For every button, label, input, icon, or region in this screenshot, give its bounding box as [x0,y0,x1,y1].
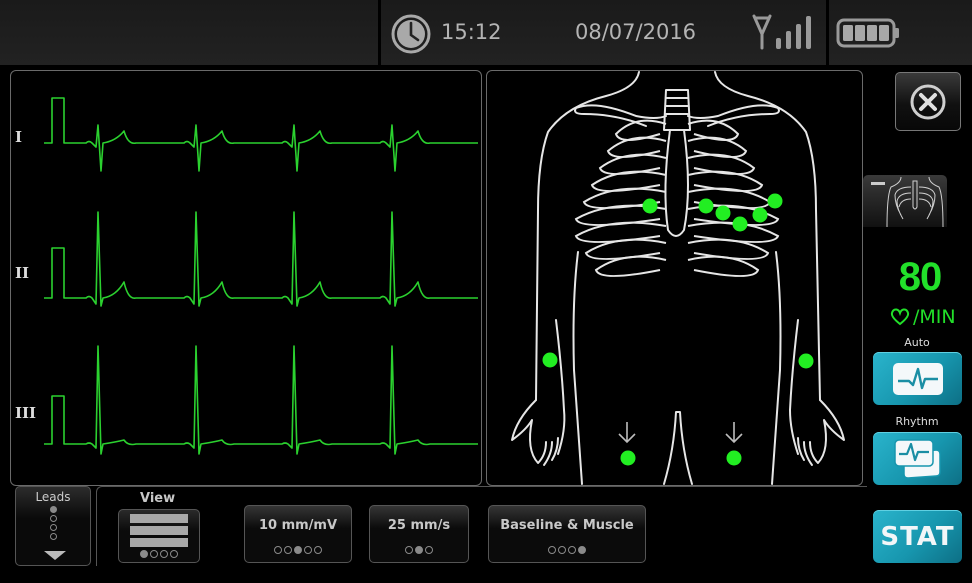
option-dot [415,546,423,554]
option-dot [150,550,158,558]
option-dot [49,515,57,522]
gain-option-dots [245,546,351,554]
clock-icon [391,14,431,54]
time-display: 15:12 [441,20,502,44]
electrode-rl [620,450,636,466]
option-dot [304,546,312,554]
gain-label: 10 mm/mV [258,518,338,533]
option-dot [558,546,566,554]
option-dot [294,546,302,554]
electrode-v2 [698,198,714,214]
electrode-la [798,353,814,369]
electrode-v1 [642,198,658,214]
filter-button[interactable]: Baseline & Muscle [488,505,646,563]
layout-row-icon [130,514,188,523]
ecg-waveforms [44,97,478,455]
view-page-dots [119,550,199,558]
ecg-waveform-icon [892,362,943,395]
torso-outline [511,71,845,485]
rhythm-button[interactable] [873,432,962,485]
option-dot [274,546,282,554]
gain-button[interactable]: 10 mm/mV [244,505,352,563]
close-button[interactable] [895,72,961,131]
body-diagram [511,71,845,485]
electrode-v6 [767,193,783,209]
auto-ecg-button[interactable] [873,352,962,405]
electrode-v4 [732,216,748,232]
display-settings-frame [96,486,867,566]
option-dot [49,506,57,513]
lead-label-i: I [15,128,23,146]
stat-button[interactable]: STAT [873,510,962,563]
heart-icon [890,308,910,326]
option-dot [405,546,413,554]
option-dot [314,546,322,554]
leads-selector-label: Leads [35,490,71,504]
ribcage [574,119,780,277]
heart-rate-unit: /MIN [890,306,956,328]
ecg-trace-lead-iii [44,345,478,455]
scroll-down-icon[interactable] [44,551,66,560]
speed-label: 25 mm/s [387,518,451,533]
battery-icon [836,18,899,48]
rib [574,221,667,243]
lead-label-ii: II [15,264,30,282]
option-dot [160,550,168,558]
option-dot [140,550,148,558]
lead-label-iii: III [15,404,37,422]
rhythm-caption: Rhythm [895,415,939,428]
option-dot [578,546,586,554]
view-label: View [140,491,176,506]
layout-row-icon [130,526,188,535]
leads-selector[interactable]: Leads [15,486,91,566]
option-dot [548,546,556,554]
ecg-trace-lead-i [44,97,478,172]
ribcage-thumbnail-icon [886,176,944,227]
option-dot [425,546,433,554]
electrode-v5 [752,207,768,223]
rhythm-strips-icon [893,438,941,479]
speed-button[interactable]: 25 mm/s [369,505,469,563]
view-layout-button[interactable] [118,509,200,563]
stat-label: STAT [880,521,955,552]
ecg-trace-lead-ii [44,211,478,307]
electrode-v3 [715,205,731,221]
filter-option-dots [489,546,645,554]
electrode-ra [542,352,558,368]
option-dot [49,524,57,531]
option-dot [170,550,178,558]
speed-option-dots [370,546,468,554]
option-dot [49,533,57,540]
option-dot [284,546,292,554]
filter-label: Baseline & Muscle [500,518,634,533]
body-thumbnail-tab[interactable] [863,175,947,227]
layout-row-icon [130,538,188,547]
top-bar-blank [0,0,378,65]
close-circle-icon [910,84,946,119]
electrode-ll [726,450,742,466]
date-display: 08/07/2016 [575,20,697,44]
heart-rate-unit-label: /MIN [913,306,956,328]
heart-rate-value: 80 [898,255,943,299]
option-dot [568,546,576,554]
signal-icon [752,14,811,50]
auto-caption: Auto [904,336,930,349]
ecg-monitor-screen: 15:12 08/07/2016 I II III 80 /MIN Auto R… [0,0,972,583]
leads-page-dots [16,506,90,540]
